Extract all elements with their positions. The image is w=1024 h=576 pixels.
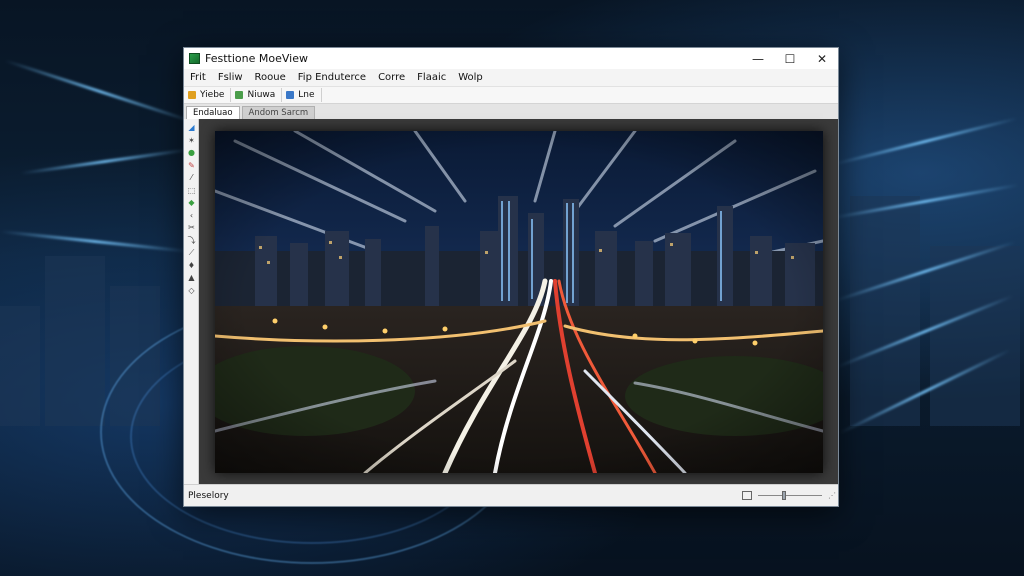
tab-1[interactable]: Andom Sarcm (241, 106, 316, 119)
menu-item-0[interactable]: Frit (190, 72, 206, 83)
menu-item-2[interactable]: Rooue (255, 72, 286, 83)
brush-icon[interactable]: ◢ (187, 123, 196, 132)
bg-light-streak (20, 148, 190, 175)
bg-building (0, 306, 40, 426)
menu-bar: Frit Fsliw Rooue Fip Enduterce Corre Fla… (184, 69, 838, 87)
zoom-slider[interactable] (758, 491, 822, 500)
app-window: Festtione MoeView — ☐ ✕ Frit Fsliw Rooue… (183, 47, 839, 507)
photo-canvas[interactable] (215, 131, 823, 473)
select-icon[interactable]: ⬚ (187, 186, 196, 195)
folder-icon (188, 91, 196, 99)
smudge-icon[interactable]: ◇ (187, 286, 196, 295)
window-title: Festtione MoeView (205, 52, 308, 65)
bg-light-streak (832, 117, 1018, 166)
toolbar-button-1[interactable]: Niuwa (231, 88, 283, 102)
fill-icon[interactable]: ◆ (187, 198, 196, 207)
wand-icon[interactable]: ✶ (187, 136, 196, 145)
pen-icon[interactable]: ⁄ (187, 173, 196, 182)
close-button[interactable]: ✕ (806, 48, 838, 69)
caret-icon[interactable]: ‹ (187, 211, 196, 220)
workspace: ◢ ✶ ● ✎ ⁄ ⬚ ◆ ‹ ✂ ⤵ ⟋ ♦ ▲ ◇ (184, 119, 838, 485)
image-icon (235, 91, 244, 99)
bg-building (930, 246, 1020, 426)
zoom-slider-thumb[interactable] (782, 491, 786, 500)
bg-light-streak (4, 59, 196, 124)
zoom-slider-track (758, 495, 822, 496)
bg-building (45, 256, 105, 426)
menu-item-4[interactable]: Corre (378, 72, 405, 83)
menu-item-5[interactable]: Flaaic (417, 72, 446, 83)
app-logo-icon (189, 53, 200, 64)
pencil-icon[interactable]: ✎ (187, 161, 196, 170)
toolbar-button-label: Yiebe (200, 90, 225, 100)
menu-item-6[interactable]: Wolp (458, 72, 483, 83)
canvas-area[interactable] (199, 119, 838, 485)
color-picker-icon[interactable]: ● (187, 148, 196, 157)
menu-item-3[interactable]: Fip Enduterce (298, 72, 366, 83)
scissors-icon[interactable]: ✂ (187, 223, 196, 232)
tab-bar: Endaluao Andom Sarcm (184, 104, 838, 120)
bg-building (850, 196, 920, 426)
minimize-button[interactable]: — (742, 48, 774, 69)
stamp-icon[interactable]: ♦ (187, 261, 196, 270)
toolbar-button-2[interactable]: Lne (282, 88, 322, 102)
maximize-button[interactable]: ☐ (774, 48, 806, 69)
tab-0[interactable]: Endaluao (186, 106, 240, 119)
tool-palette: ◢ ✶ ● ✎ ⁄ ⬚ ◆ ‹ ✂ ⤵ ⟋ ♦ ▲ ◇ (184, 119, 199, 485)
path-icon[interactable]: ⟋ (187, 248, 196, 257)
toolbar-button-label: Lne (298, 90, 315, 100)
status-bar: Pleselory ⋰ (184, 484, 838, 506)
toolbar: Yiebe Niuwa Lne (184, 87, 838, 104)
eraser-icon[interactable]: ▲ (187, 273, 196, 282)
toolbar-button-label: Niuwa (247, 90, 276, 100)
resize-grip-icon[interactable]: ⋰ (828, 491, 836, 500)
lasso-icon[interactable]: ⤵ (187, 236, 196, 245)
desktop-background: Festtione MoeView — ☐ ✕ Frit Fsliw Rooue… (0, 0, 1024, 576)
fit-to-window-icon[interactable] (742, 491, 752, 500)
title-bar[interactable]: Festtione MoeView — ☐ ✕ (184, 48, 838, 69)
toolbar-button-0[interactable]: Yiebe (184, 88, 232, 102)
status-text: Pleselory (188, 490, 229, 501)
city-photo (215, 131, 823, 473)
menu-item-1[interactable]: Fsliw (218, 72, 243, 83)
link-icon (286, 91, 295, 99)
bg-light-streak (0, 230, 190, 253)
